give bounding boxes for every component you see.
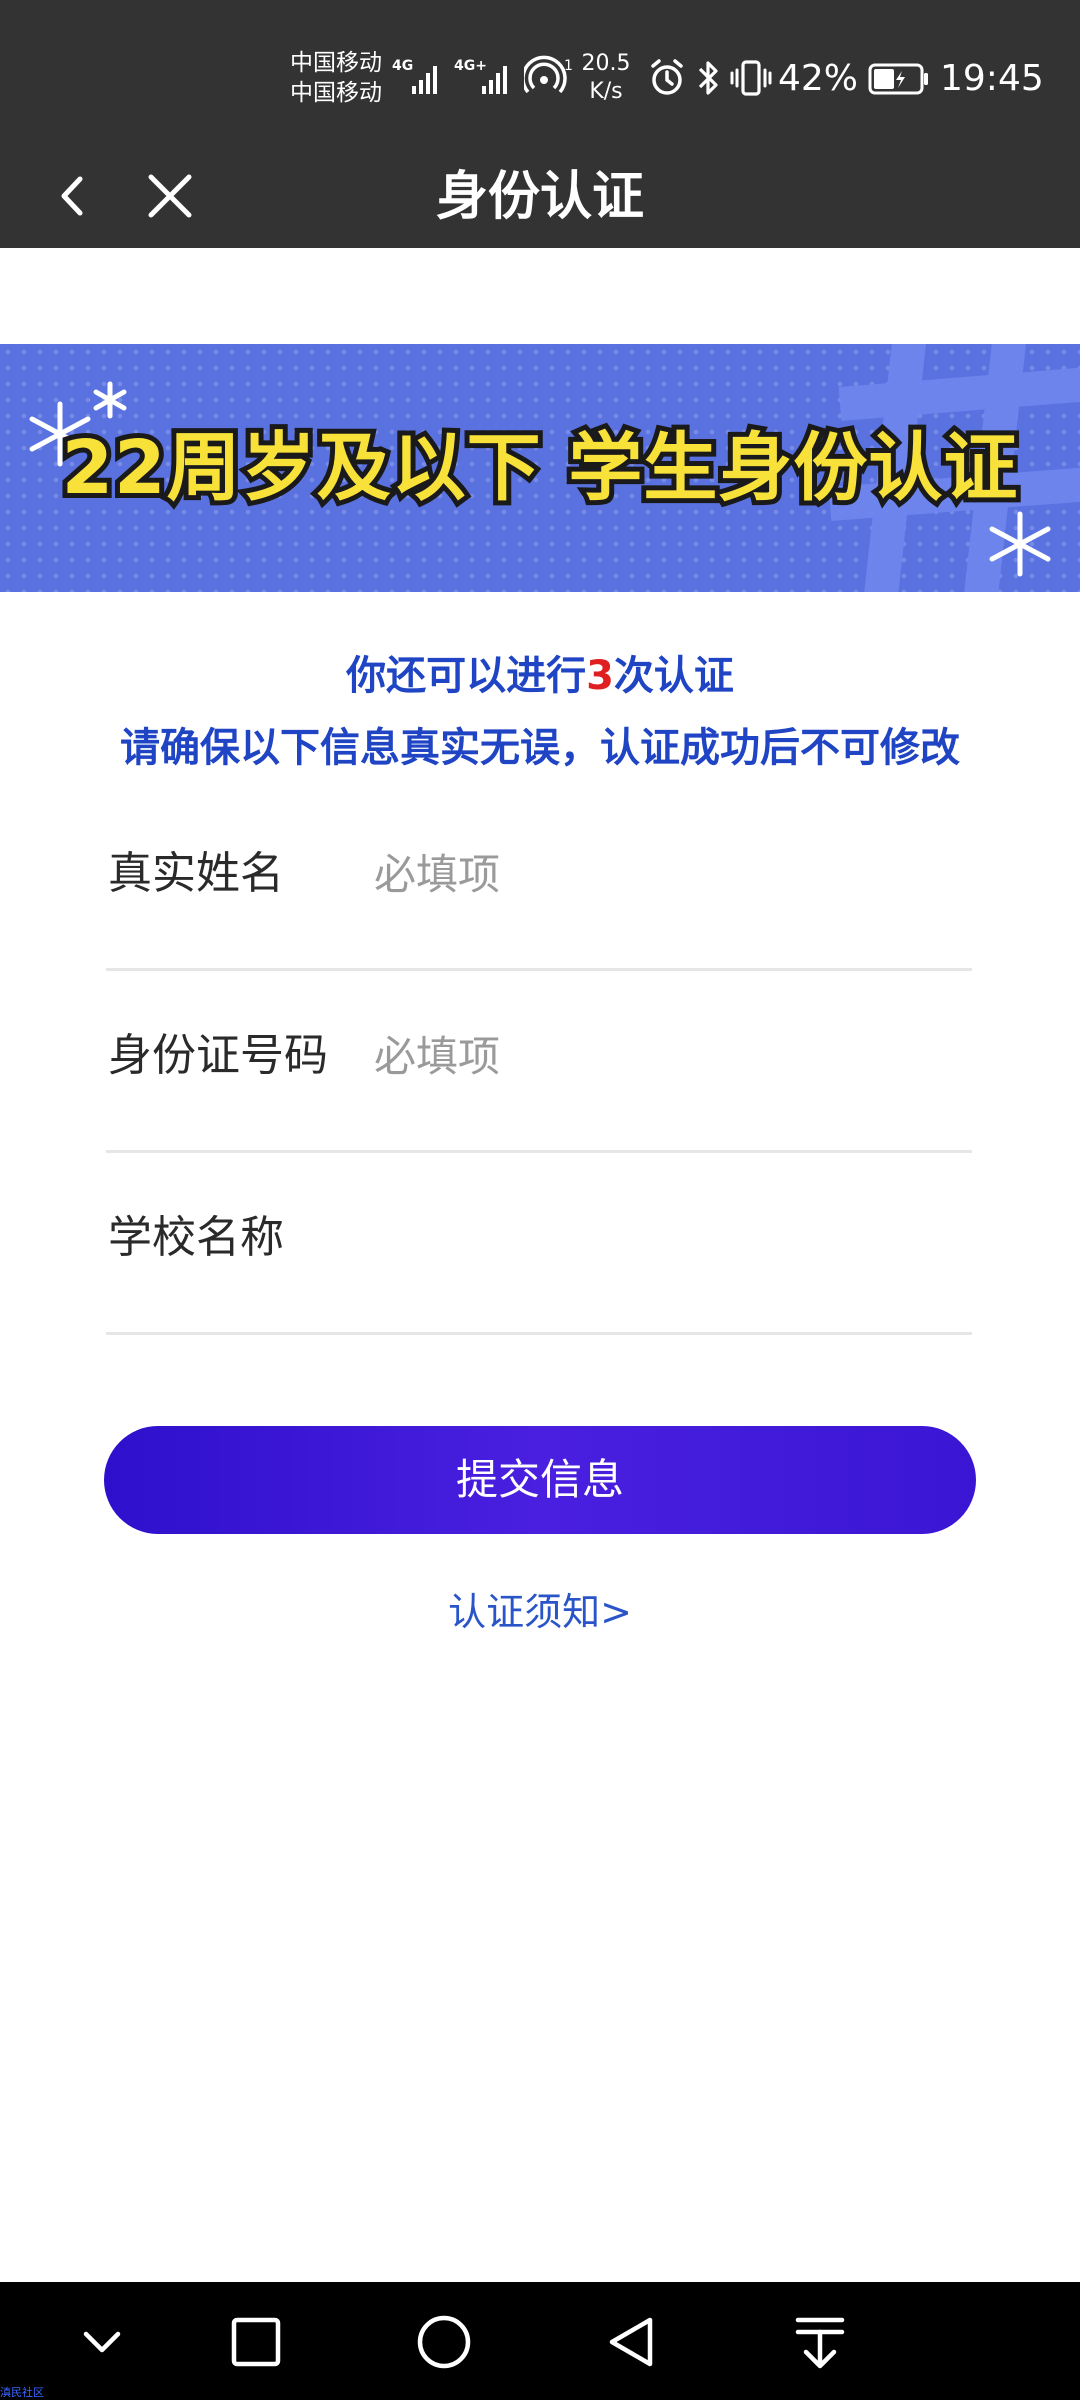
net-speed-unit: K/s xyxy=(589,79,623,104)
nav-bar: 身份认证 xyxy=(0,146,1080,248)
net-speed-value: 20.5 xyxy=(581,51,631,76)
verification-notice-link[interactable]: 认证须知> xyxy=(0,1582,1080,1642)
battery-icon xyxy=(868,63,928,95)
signal-icon: 4G xyxy=(392,58,437,94)
signal-2-label: 4G+ xyxy=(454,58,487,74)
submit-button[interactable]: 提交信息 xyxy=(104,1426,976,1534)
recent-apps-button[interactable] xyxy=(218,2304,294,2380)
system-navigation-bar xyxy=(0,2282,1080,2400)
close-icon xyxy=(148,174,192,218)
real-name-label: 真实姓名 xyxy=(108,848,284,899)
form-row-id-number: 身份证号码 xyxy=(106,968,972,1153)
chevron-left-icon xyxy=(61,176,83,216)
back-nav-button[interactable] xyxy=(594,2304,670,2380)
status-bar: 中国移动 中国移动 4G 4G+ 1 20.5 K/s 42% 19:45 xyxy=(0,0,1080,146)
notification-pull-button[interactable] xyxy=(782,2304,858,2380)
net-speed: 20.5 K/s xyxy=(578,50,634,106)
home-icon xyxy=(417,2315,471,2369)
accuracy-warning: 请确保以下信息真实无误，认证成功后不可修改 xyxy=(120,725,960,771)
notice-suffix: 次认证 xyxy=(613,653,734,699)
close-button[interactable] xyxy=(140,166,200,226)
remaining-count: 3 xyxy=(586,653,614,699)
collapse-button[interactable] xyxy=(64,2304,140,2380)
back-icon xyxy=(609,2317,653,2367)
clock: 19:45 xyxy=(940,58,1044,99)
notice-prefix: 你还可以进行 xyxy=(346,653,587,699)
signal-1-label: 4G xyxy=(392,58,413,74)
real-name-input[interactable] xyxy=(374,840,954,908)
vibrate-icon xyxy=(730,60,772,96)
id-number-input[interactable] xyxy=(374,1022,954,1090)
carrier-names: 中国移动 中国移动 xyxy=(290,48,382,108)
recent-apps-icon xyxy=(231,2317,281,2367)
alarm-icon xyxy=(651,59,683,95)
id-number-label: 身份证号码 xyxy=(108,1030,328,1081)
promo-banner: 22周岁及以下 学生身份认证 xyxy=(0,344,1080,592)
school-name-label: 学校名称 xyxy=(108,1212,284,1263)
bluetooth-icon xyxy=(698,61,718,95)
form-row-real-name: 真实姓名 xyxy=(106,786,972,971)
hotspot-icon: 1 xyxy=(524,55,573,94)
remaining-attempts-notice: 你还可以进行3次认证 xyxy=(0,648,1080,704)
signal-icon: 4G+ xyxy=(454,58,507,94)
school-name-input[interactable] xyxy=(374,1204,954,1272)
home-button[interactable] xyxy=(406,2304,482,2380)
carrier-2: 中国移动 xyxy=(290,80,382,106)
watermark: 滇民社区 xyxy=(0,2386,44,2399)
form-row-school-name: 学校名称 xyxy=(106,1150,972,1335)
back-button[interactable] xyxy=(44,166,104,226)
notification-pull-icon xyxy=(795,2317,845,2369)
carrier-1: 中国移动 xyxy=(290,50,382,76)
banner-title: 22周岁及以下 学生身份认证 xyxy=(57,420,1023,516)
hotspot-count: 1 xyxy=(564,58,573,74)
battery-percent: 42% xyxy=(778,58,859,99)
collapse-icon xyxy=(83,2331,121,2353)
